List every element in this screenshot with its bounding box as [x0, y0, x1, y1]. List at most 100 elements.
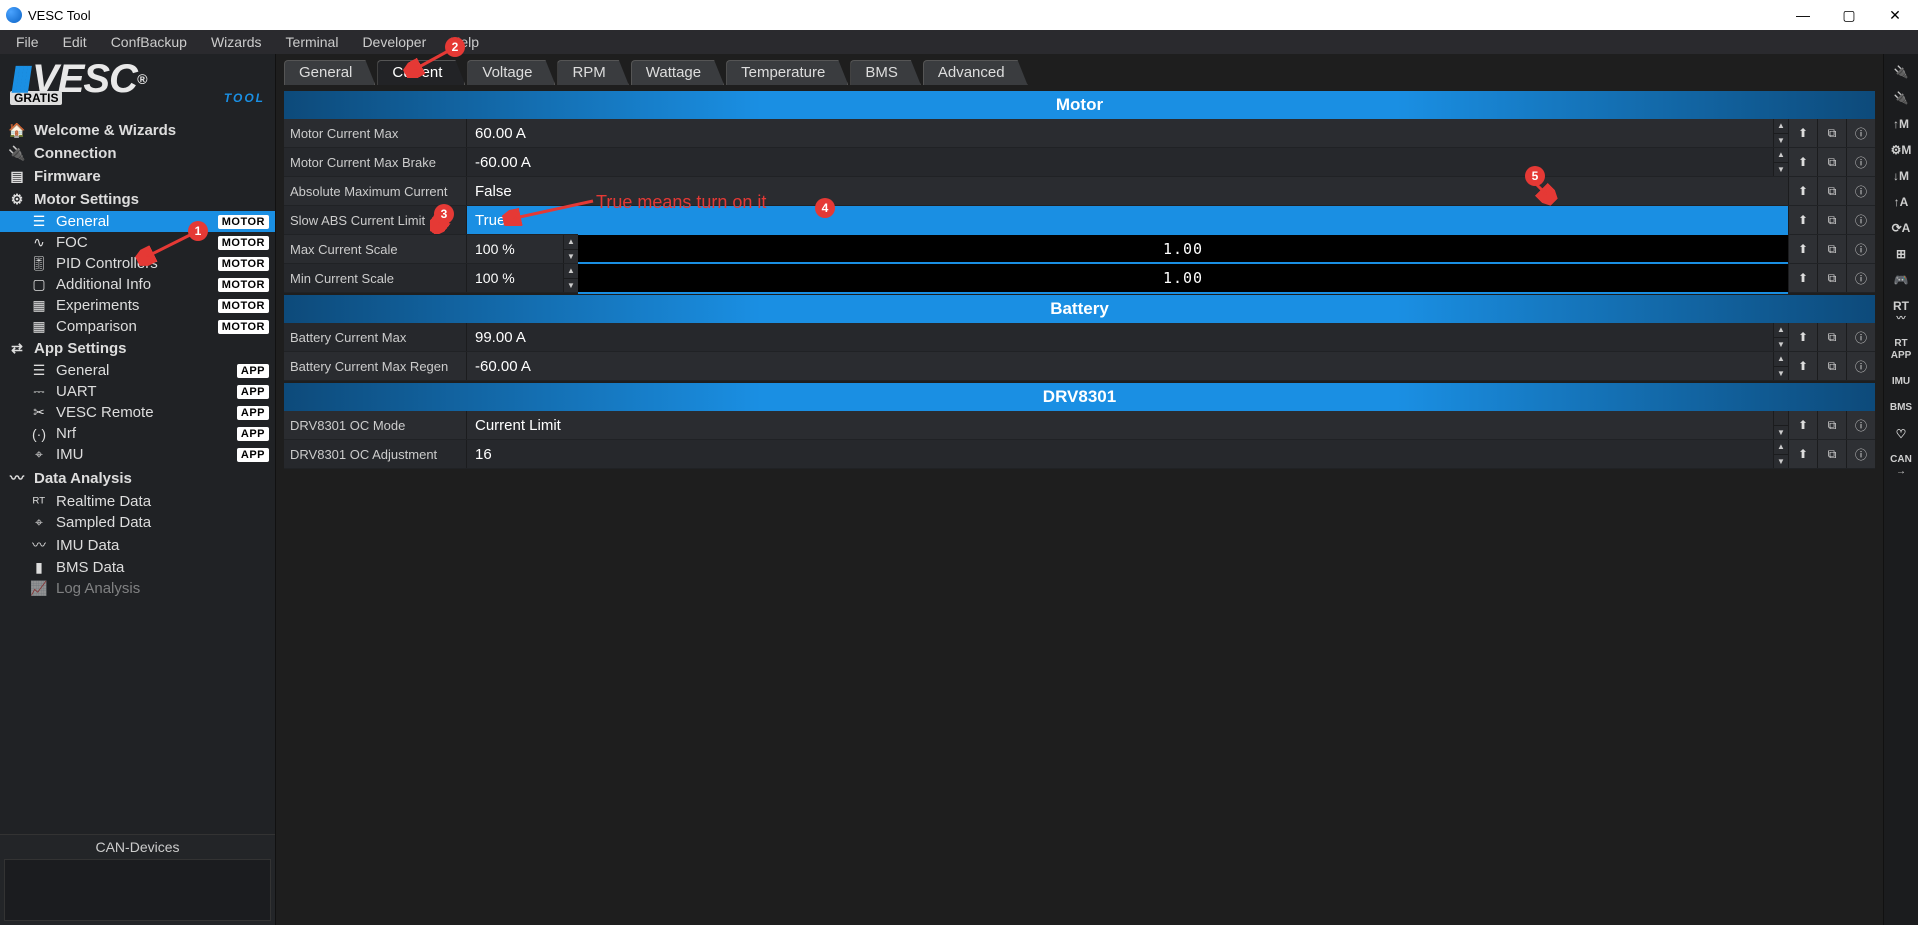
spin-buttons[interactable]: ▲▼ [563, 264, 578, 292]
upload-icon[interactable]: ⬆ [1788, 119, 1817, 147]
param-value[interactable]: 99.00 A [467, 323, 1773, 351]
tab-general[interactable]: General [284, 60, 375, 85]
read-icon[interactable]: ⧉ [1817, 411, 1846, 439]
rt-imu-icon[interactable]: IMU [1889, 376, 1913, 388]
rt-controller-icon[interactable]: ⊞ [1889, 248, 1913, 260]
help-icon[interactable]: ⓘ [1846, 119, 1875, 147]
nav-connection[interactable]: 🔌Connection [0, 142, 275, 165]
nav-app-remote[interactable]: ✂VESC RemoteAPP [0, 402, 275, 423]
maximize-button[interactable]: ▢ [1826, 0, 1872, 30]
menu-file[interactable]: File [6, 32, 49, 52]
param-value[interactable]: -60.00 A [467, 352, 1773, 380]
help-icon[interactable]: ⓘ [1846, 148, 1875, 176]
upload-icon[interactable]: ⬆ [1788, 440, 1817, 468]
tab-wattage[interactable]: Wattage [631, 60, 724, 85]
help-icon[interactable]: ⓘ [1846, 323, 1875, 351]
close-button[interactable]: ✕ [1872, 0, 1918, 30]
nav-app-imu[interactable]: ⌖IMUAPP [0, 444, 275, 465]
upload-icon[interactable]: ⬆ [1788, 264, 1817, 292]
nav-tree[interactable]: 🏠Welcome & Wizards 🔌Connection ▤Firmware… [0, 119, 275, 834]
param-value[interactable]: 60.00 A [467, 119, 1773, 147]
rt-rtapp-icon[interactable]: RTAPP [1889, 338, 1913, 362]
nav-da-bms[interactable]: ▮BMS Data [0, 557, 275, 578]
scale-pct[interactable]: 100 % [467, 235, 563, 263]
read-icon[interactable]: ⧉ [1817, 235, 1846, 263]
nav-da-imu[interactable]: 〰IMU Data [0, 533, 275, 557]
read-icon[interactable]: ⧉ [1817, 206, 1846, 234]
rt-can-icon[interactable]: CAN→ [1889, 454, 1913, 478]
minimize-button[interactable]: — [1780, 0, 1826, 30]
spin-buttons[interactable]: ▲▼ [1773, 119, 1788, 147]
help-icon[interactable]: ⓘ [1846, 206, 1875, 234]
help-icon[interactable]: ⓘ [1846, 235, 1875, 263]
rt-bms-icon[interactable]: BMS [1889, 402, 1913, 414]
nav-motor-comparison[interactable]: ▦ComparisonMOTOR [0, 316, 275, 337]
menu-edit[interactable]: Edit [53, 32, 97, 52]
tab-temperature[interactable]: Temperature [726, 60, 848, 85]
upload-icon[interactable]: ⬆ [1788, 206, 1817, 234]
tab-bms[interactable]: BMS [850, 60, 921, 85]
rt-write-app-icon[interactable]: ↑A [1889, 196, 1913, 208]
menu-terminal[interactable]: Terminal [276, 32, 349, 52]
nav-app-general[interactable]: ☰GeneralAPP [0, 360, 275, 381]
rt-reload-app-icon[interactable]: ⟳A [1889, 222, 1913, 234]
menu-wizards[interactable]: Wizards [201, 32, 272, 52]
tab-advanced[interactable]: Advanced [923, 60, 1028, 85]
nav-motor-experiments[interactable]: ▦ExperimentsMOTOR [0, 295, 275, 316]
read-icon[interactable]: ⧉ [1817, 264, 1846, 292]
scale-pct[interactable]: 100 % [467, 264, 563, 292]
upload-icon[interactable]: ⬆ [1788, 177, 1817, 205]
tab-current[interactable]: Current [377, 60, 465, 85]
scale-slider[interactable]: 1.00 [578, 262, 1788, 294]
help-icon[interactable]: ⓘ [1846, 411, 1875, 439]
dropdown-caret[interactable]: ▼ [1773, 411, 1788, 439]
rt-gamepad-icon[interactable]: 🎮 [1889, 274, 1913, 286]
param-value[interactable]: -60.00 A [467, 148, 1773, 176]
help-icon[interactable]: ⓘ [1846, 264, 1875, 292]
nav-motor-addinfo[interactable]: ▢Additional InfoMOTOR [0, 274, 275, 295]
scale-slider[interactable]: 1.00 [578, 233, 1788, 265]
spin-buttons[interactable]: ▲▼ [1773, 352, 1788, 380]
read-icon[interactable]: ⧉ [1817, 177, 1846, 205]
rt-heart-icon[interactable]: ♡ [1889, 428, 1913, 440]
tab-voltage[interactable]: Voltage [467, 60, 555, 85]
upload-icon[interactable]: ⬆ [1788, 323, 1817, 351]
spin-buttons[interactable]: ▲▼ [1773, 148, 1788, 176]
rt-rt-icon[interactable]: RT〰 [1889, 300, 1913, 324]
nav-motor-general[interactable]: ☰GeneralMOTOR [0, 211, 275, 232]
help-icon[interactable]: ⓘ [1846, 352, 1875, 380]
nav-da-log[interactable]: 📈Log Analysis [0, 578, 275, 599]
help-icon[interactable]: ⓘ [1846, 177, 1875, 205]
upload-icon[interactable]: ⬆ [1788, 148, 1817, 176]
nav-app-uart[interactable]: ⎓UARTAPP [0, 381, 275, 402]
nav-firmware[interactable]: ▤Firmware [0, 165, 275, 188]
nav-app-settings[interactable]: ⇄App Settings [0, 337, 275, 360]
spin-buttons[interactable]: ▲▼ [1773, 440, 1788, 468]
read-icon[interactable]: ⧉ [1817, 119, 1846, 147]
read-icon[interactable]: ⧉ [1817, 352, 1846, 380]
can-devices-list[interactable] [4, 859, 271, 921]
read-icon[interactable]: ⧉ [1817, 148, 1846, 176]
upload-icon[interactable]: ⬆ [1788, 235, 1817, 263]
menu-confbackup[interactable]: ConfBackup [101, 32, 197, 52]
tab-rpm[interactable]: RPM [557, 60, 628, 85]
read-icon[interactable]: ⧉ [1817, 440, 1846, 468]
param-value[interactable]: Current Limit [467, 411, 1773, 439]
rt-connect2-icon[interactable]: 🔌 [1889, 92, 1913, 104]
nav-data-analysis[interactable]: 〰Data Analysis [0, 465, 275, 491]
spin-buttons[interactable]: ▲▼ [1773, 323, 1788, 351]
nav-motor-pid[interactable]: 🎚PID ControllersMOTOR [0, 253, 275, 274]
rt-default-motor-icon[interactable]: ⚙M [1889, 144, 1913, 156]
nav-da-realtime[interactable]: ᴿᵀRealtime Data [0, 491, 275, 512]
rt-read-motor-icon[interactable]: ↓M [1889, 170, 1913, 182]
nav-motor-foc[interactable]: ∿FOCMOTOR [0, 232, 275, 253]
help-icon[interactable]: ⓘ [1846, 440, 1875, 468]
menu-developer[interactable]: Developer [352, 32, 436, 52]
param-value[interactable]: 16 [467, 440, 1773, 468]
spin-buttons[interactable]: ▲▼ [563, 235, 578, 263]
rt-connect-icon[interactable]: 🔌 [1889, 66, 1913, 78]
nav-da-sampled[interactable]: ⌖Sampled Data [0, 512, 275, 533]
nav-welcome[interactable]: 🏠Welcome & Wizards [0, 119, 275, 142]
nav-motor-settings[interactable]: ⚙Motor Settings [0, 188, 275, 211]
nav-app-nrf[interactable]: (·)NrfAPP [0, 423, 275, 444]
